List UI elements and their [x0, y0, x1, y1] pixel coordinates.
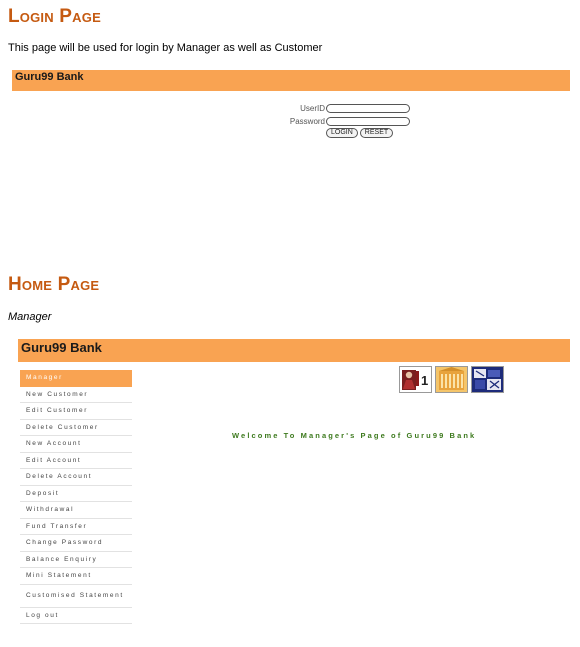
- person-number-icon: 1: [399, 366, 432, 393]
- login-page-description: This page will be used for login by Mana…: [8, 42, 323, 54]
- password-label: Password: [289, 116, 325, 126]
- login-form: UserID Password LOGIN RESET: [270, 102, 430, 138]
- reset-button[interactable]: RESET: [359, 128, 394, 138]
- password-row: Password: [270, 115, 430, 127]
- userid-input[interactable]: [326, 103, 410, 113]
- login-button[interactable]: LOGIN: [326, 128, 358, 138]
- home-bank-header: Guru99 Bank: [18, 339, 570, 362]
- login-page-heading: Login Page: [8, 6, 101, 27]
- menu-item-mini-statement[interactable]: Mini Statement: [20, 568, 132, 585]
- login-buttons: LOGIN RESET: [270, 128, 430, 138]
- password-input[interactable]: [326, 116, 410, 126]
- menu-item-edit-customer[interactable]: Edit Customer: [20, 403, 132, 420]
- login-bank-title: Guru99 Bank: [15, 71, 84, 83]
- menu-item-delete-account[interactable]: Delete Account: [20, 469, 132, 486]
- menu-item-customised-statement[interactable]: Customised Statement: [20, 585, 132, 608]
- home-bank-title: Guru99 Bank: [21, 340, 102, 355]
- menu-item-new-account[interactable]: New Account: [20, 436, 132, 453]
- menu-item-new-customer[interactable]: New Customer: [20, 387, 132, 403]
- header-icon-strip: 1: [399, 366, 507, 393]
- userid-row: UserID: [270, 102, 430, 114]
- bank-tile-icon: [471, 366, 504, 393]
- menu-item-fund-transfer[interactable]: Fund Transfer: [20, 519, 132, 535]
- menu-item-balance-enquiry[interactable]: Balance Enquiry: [20, 552, 132, 568]
- userid-label: UserID: [300, 103, 325, 113]
- menu-item-withdrawal[interactable]: Withdrawal: [20, 502, 132, 519]
- home-page-heading: Home Page: [8, 274, 100, 295]
- menu-item-edit-account[interactable]: Edit Account: [20, 453, 132, 469]
- menu-item-log-out[interactable]: Log out: [20, 608, 132, 624]
- login-bank-header: Guru99 Bank: [12, 70, 570, 91]
- welcome-message: Welcome To Manager's Page of Guru99 Bank: [232, 431, 477, 440]
- menu-item-deposit[interactable]: Deposit: [20, 486, 132, 502]
- menu-item-delete-customer[interactable]: Delete Customer: [20, 420, 132, 436]
- menu-item-manager[interactable]: Manager: [20, 370, 132, 387]
- manager-sidebar-menu: Manager New Customer Edit Customer Delet…: [20, 370, 132, 624]
- svg-text:1: 1: [421, 373, 428, 388]
- menu-item-change-password[interactable]: Change Password: [20, 535, 132, 552]
- manager-role-label: Manager: [8, 311, 52, 323]
- building-icon: [435, 366, 468, 393]
